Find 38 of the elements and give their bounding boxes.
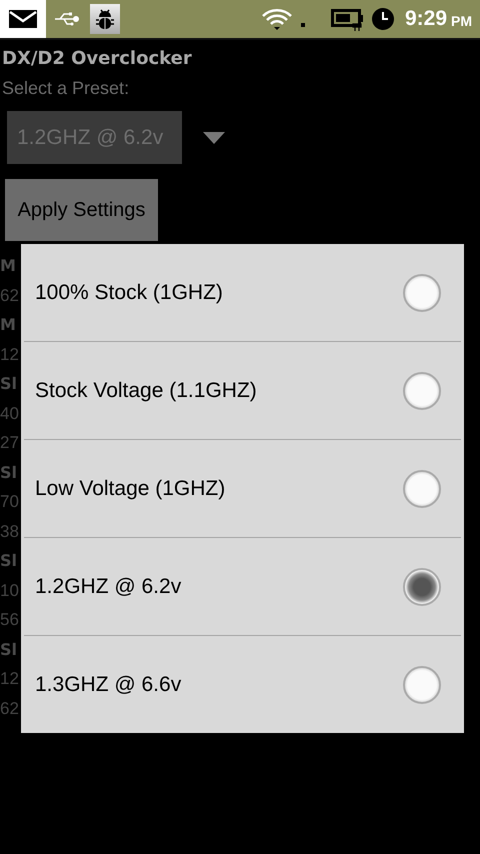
field-value: 10 [0, 580, 19, 602]
field-label: Sl [0, 373, 18, 395]
status-am-pm: PM [451, 13, 472, 29]
field-label: M [0, 314, 16, 336]
radio-button[interactable] [403, 274, 441, 312]
preset-option[interactable]: Low Voltage (1GHZ) [24, 439, 461, 537]
radio-button[interactable] [403, 372, 441, 410]
field-value: 40 [0, 402, 19, 424]
field-label: Sl [0, 550, 18, 572]
app-title: DX/D2 Overclocker [1, 47, 193, 71]
field-value: 62 [0, 698, 19, 720]
field-value: 62 [0, 284, 19, 306]
preset-option[interactable]: 1.3GHZ @ 6.6v [24, 635, 461, 733]
radio-button[interactable] [403, 568, 441, 606]
usb-icon [54, 12, 80, 26]
preset-option[interactable]: 1.2GHZ @ 6.2v [24, 537, 461, 635]
status-time: 9:29 [404, 7, 447, 31]
preset-label: Select a Preset: [1, 77, 130, 100]
dropdown-arrow-icon[interactable] [203, 132, 225, 144]
field-value: 27 [0, 432, 19, 454]
preset-option[interactable]: Stock Voltage (1.1GHZ) [24, 341, 461, 439]
clock-icon [370, 7, 395, 31]
field-label: Sl [0, 462, 18, 484]
field-value: 70 [0, 491, 19, 513]
field-label: M [0, 255, 16, 277]
preset-option[interactable]: 100% Stock (1GHZ) [24, 244, 461, 341]
field-value: 12 [0, 344, 19, 366]
field-value: 56 [0, 609, 19, 631]
radio-button[interactable] [403, 470, 441, 508]
field-label: Sl [0, 638, 18, 660]
mail-icon[interactable] [0, 0, 46, 38]
radio-button[interactable] [403, 666, 441, 704]
wifi-icon [260, 7, 293, 31]
battery-charging-icon [330, 6, 365, 32]
field-value: 38 [0, 520, 19, 542]
bug-icon[interactable] [90, 4, 120, 34]
apply-settings-button[interactable]: Apply Settings [5, 179, 158, 241]
field-value: 12 [0, 668, 19, 690]
